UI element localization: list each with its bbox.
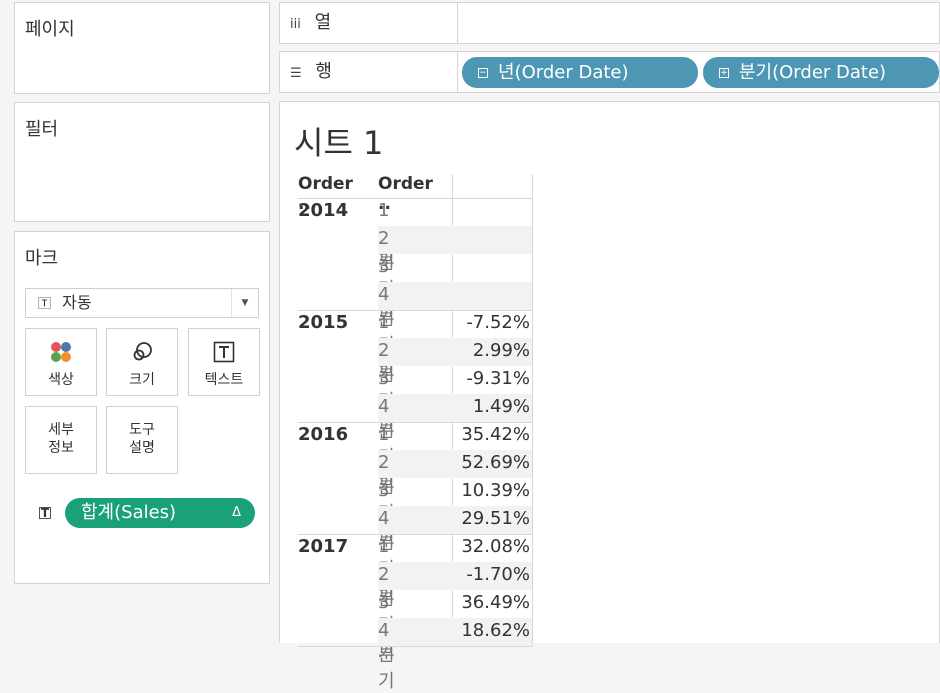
mark-type-dropdown[interactable]: 🅃 자동 ▼ (25, 288, 259, 318)
year-cell[interactable]: 2017 (298, 536, 348, 557)
table-calc-delta-icon: Δ (232, 505, 241, 520)
value-cell[interactable]: 1.49% (452, 396, 530, 417)
columns-shelf[interactable]: iii 열 (279, 2, 940, 44)
year-cell[interactable]: 2014 (298, 200, 348, 221)
year-divider (298, 646, 532, 647)
worksheet-view: 시트 1 Order .. Order .. 20141분기2분기3분기4분기2… (279, 101, 940, 692)
sheet-title[interactable]: 시트 1 (294, 118, 383, 164)
tooltip-card[interactable]: 도구 설명 (106, 406, 178, 474)
pages-title: 페이지 (25, 19, 75, 40)
year-cell[interactable]: 2016 (298, 424, 348, 445)
columns-icon: iii (290, 17, 301, 32)
detail-card[interactable]: 세부 정보 (25, 406, 97, 474)
text-icon (213, 341, 235, 363)
row-pill-quarter[interactable]: + 분기(Order Date) (703, 57, 939, 88)
size-card[interactable]: 크기 (106, 328, 178, 396)
value-cell[interactable]: 32.08% (452, 536, 530, 557)
value-cell[interactable]: 29.51% (452, 508, 530, 529)
row-pill-year[interactable]: − 년(Order Date) (462, 57, 698, 88)
column-divider (532, 174, 533, 646)
mark-type-value: 자동 (62, 293, 92, 312)
text-encoding-icon: T (39, 506, 51, 520)
year-cell[interactable]: 2015 (298, 312, 348, 333)
size-icon (133, 342, 152, 361)
detail-label: 세부 정보 (48, 422, 74, 456)
value-cell[interactable]: 36.49% (452, 592, 530, 613)
year-divider (298, 422, 532, 423)
color-label: 색상 (48, 372, 74, 388)
sales-pill[interactable]: 합계(Sales) Δ (65, 498, 255, 528)
value-cell[interactable]: -7.52% (452, 312, 530, 333)
row-band (378, 226, 532, 254)
value-cell[interactable]: 52.69% (452, 452, 530, 473)
column-header-year[interactable]: Order .. (298, 174, 353, 214)
year-divider (298, 534, 532, 535)
pages-shelf[interactable]: 페이지 (14, 2, 270, 94)
value-cell[interactable]: -1.70% (452, 564, 530, 585)
color-icon (51, 342, 71, 362)
tooltip-label: 도구 설명 (129, 422, 155, 456)
sales-pill-label: 합계(Sales) (81, 502, 177, 523)
color-card[interactable]: 색상 (25, 328, 97, 396)
filters-shelf[interactable]: 필터 (14, 102, 270, 222)
value-cell[interactable]: 10.39% (452, 480, 530, 501)
value-cell[interactable]: 2.99% (452, 340, 530, 361)
row-band (378, 282, 532, 310)
text-card[interactable]: 텍스트 (188, 328, 260, 396)
quarter-cell[interactable]: 4분기 (378, 620, 395, 693)
expand-icon[interactable]: + (719, 68, 729, 78)
marks-title: 마크 (25, 248, 59, 269)
columns-shelf-label: iii 열 (280, 3, 458, 43)
text-mark-icon: 🅃 (38, 297, 52, 312)
collapse-icon[interactable]: − (478, 68, 488, 78)
value-cell[interactable]: 35.42% (452, 424, 530, 445)
size-label: 크기 (129, 372, 155, 388)
rows-shelf[interactable]: ☰ 행 − 년(Order Date) + 분기(Order Date) (279, 51, 940, 93)
header-divider (298, 198, 532, 199)
column-header-quarter[interactable]: Order .. (378, 174, 433, 214)
value-cell[interactable]: 18.62% (452, 620, 530, 641)
value-cell[interactable]: -9.31% (452, 368, 530, 389)
year-divider (298, 310, 532, 311)
marks-card: 마크 🅃 자동 ▼ 색상 크기 텍스트 세부 정보 도구 설명 T 합계(Sal… (14, 231, 270, 584)
rows-icon: ☰ (290, 66, 302, 81)
filters-title: 필터 (25, 119, 59, 140)
rows-shelf-label: ☰ 행 (280, 52, 458, 92)
chevron-down-icon[interactable]: ▼ (231, 289, 258, 317)
text-label: 텍스트 (204, 372, 244, 388)
